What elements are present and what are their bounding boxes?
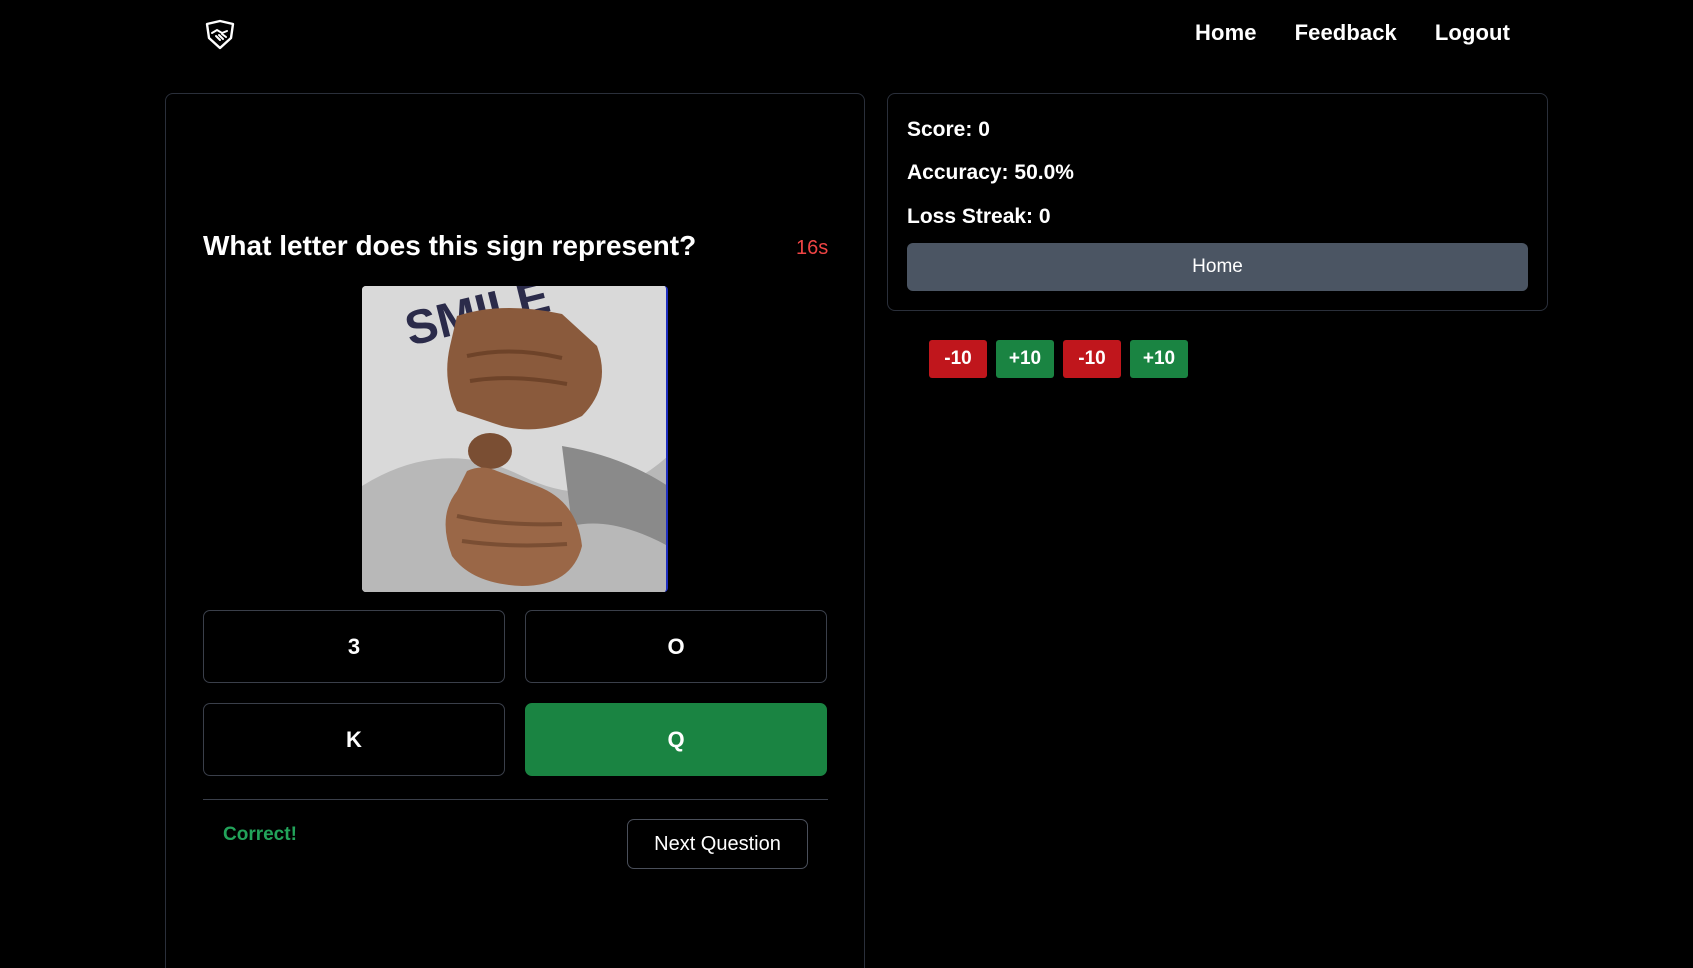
sign-language-image: SMILE — [362, 286, 668, 592]
accuracy-stat: Accuracy: 50.0% — [907, 161, 1074, 184]
divider — [203, 799, 828, 800]
history-badge: +10 — [1130, 340, 1188, 378]
score-history: -10 +10 -10 +10 — [929, 340, 1188, 378]
countdown-timer: 16s — [796, 237, 829, 259]
loss-streak-stat: Loss Streak: 0 — [907, 205, 1051, 228]
page: Home Feedback Logout What letter does th… — [0, 0, 1693, 968]
answer-option-2[interactable]: O — [525, 610, 827, 683]
result-feedback: Correct! — [223, 824, 297, 845]
nav-logout-link[interactable]: Logout — [1435, 20, 1510, 46]
score-stat: Score: 0 — [907, 118, 990, 141]
handshake-logo-icon[interactable] — [203, 18, 237, 52]
history-badge: +10 — [996, 340, 1054, 378]
top-nav: Home Feedback Logout — [1195, 20, 1510, 46]
home-button[interactable]: Home — [907, 243, 1528, 291]
answer-option-1[interactable]: 3 — [203, 610, 505, 683]
nav-feedback-link[interactable]: Feedback — [1295, 20, 1397, 46]
next-question-button[interactable]: Next Question — [627, 819, 808, 869]
history-badge: -10 — [1063, 340, 1121, 378]
question-text: What letter does this sign represent? — [203, 230, 697, 261]
answer-option-4-correct[interactable]: Q — [525, 703, 827, 776]
answer-option-3[interactable]: K — [203, 703, 505, 776]
nav-home-link[interactable]: Home — [1195, 20, 1257, 46]
history-badge: -10 — [929, 340, 987, 378]
